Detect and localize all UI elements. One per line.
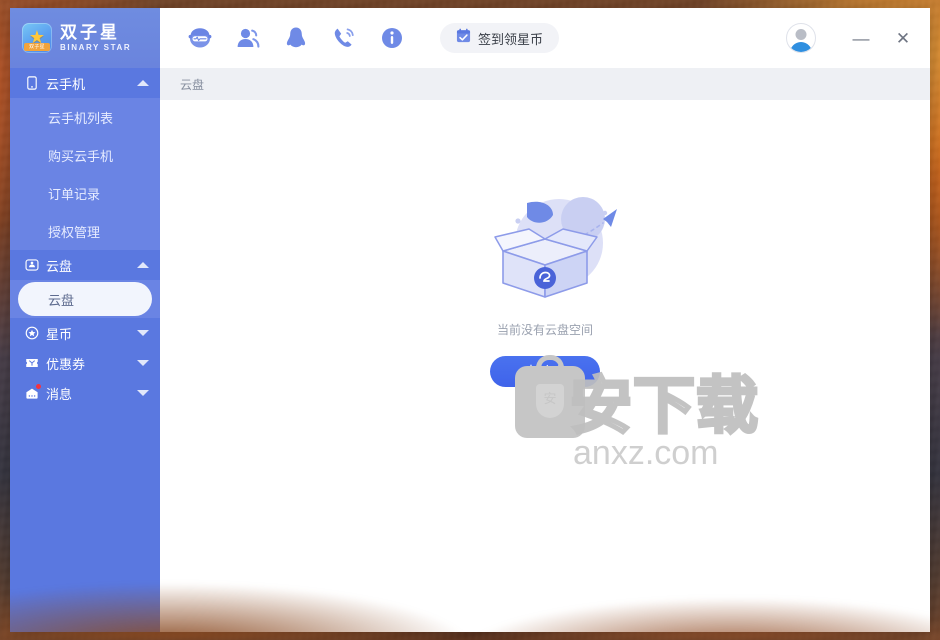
signin-button[interactable]: 签到领星币 [440, 23, 560, 53]
sidebar-group-header-clouddisk[interactable]: 云盘 [10, 250, 160, 280]
window-controls: — ✕ [786, 8, 930, 68]
signin-button-label: 签到领星币 [478, 31, 544, 47]
sidebar-group-header-coins[interactable]: 星币 [10, 318, 160, 348]
window-body: 云手机 云手机列表 购买云手机 订单记录 授权管理 云盘 云盘 星币 优惠券 消… [10, 68, 930, 632]
toolbar: 签到领星币 [160, 8, 786, 68]
coin-icon [24, 326, 39, 341]
app-logo: ★ 双子星 双子星 BINARY STAR [10, 8, 160, 68]
sidebar-group-header-messages[interactable]: 消息 [10, 378, 160, 408]
sidebar-group-cloudphone: 云手机 云手机列表 购买云手机 订单记录 授权管理 [10, 68, 160, 250]
sidebar-group-header-cloudphone[interactable]: 云手机 [10, 68, 160, 98]
sidebar-item-buy-cloudphone[interactable]: 购买云手机 [10, 136, 160, 174]
sidebar-group-label: 星币 [46, 326, 73, 342]
empty-state-message: 当前没有云盘空间 [496, 323, 593, 337]
message-badge-dot [35, 382, 42, 390]
watermark-title: 安下载 [568, 372, 760, 441]
breadcrumb: 云盘 [160, 68, 930, 100]
expand-capacity-button[interactable]: 去扩容 [490, 356, 600, 387]
empty-box-illustration [455, 185, 635, 315]
sidebar-group-label: 消息 [46, 386, 73, 402]
sidebar-group-label: 云盘 [46, 258, 73, 274]
application-window: ★ 双子星 双子星 BINARY STAR 签到领星币 — ✕ 云手机 云手机列… [10, 8, 930, 632]
sidebar-group-label: 云手机 [46, 76, 86, 92]
close-button[interactable]: ✕ [882, 21, 924, 55]
robot-assistant-icon[interactable] [186, 24, 214, 52]
avatar-head [795, 29, 807, 40]
sidebar-item-auth-management[interactable]: 授权管理 [10, 212, 160, 250]
sidebar-group-header-coupons[interactable]: 优惠券 [10, 348, 160, 378]
logo-title-en: BINARY STAR [60, 43, 132, 52]
title-bar: ★ 双子星 双子星 BINARY STAR 签到领星币 — ✕ [10, 8, 930, 68]
chevron-up-icon [137, 80, 149, 86]
watermark-shield: 安 [536, 384, 564, 418]
coupon-icon [24, 356, 39, 371]
chevron-up-icon [137, 262, 149, 268]
info-icon[interactable] [378, 24, 406, 52]
sidebar-children-cloudphone: 云手机列表 购买云手机 订单记录 授权管理 [10, 98, 160, 250]
minimize-icon: — [852, 28, 870, 48]
logo-text: 双子星 BINARY STAR [60, 23, 131, 53]
chevron-down-icon [137, 330, 149, 336]
sidebar-group-messages: 消息 [10, 378, 160, 408]
message-icon [24, 382, 42, 401]
empty-state: 当前没有云盘空间 去扩容 安 安下载 anxz.com [160, 100, 930, 632]
chevron-down-icon [137, 360, 149, 366]
user-avatar[interactable] [786, 23, 816, 53]
sidebar-group-coupons: 优惠券 [10, 348, 160, 378]
sidebar-group-coins: 星币 [10, 318, 160, 348]
logo-title-cn: 双子星 [60, 23, 120, 42]
sidebar-group-label: 优惠券 [46, 356, 86, 372]
phone-support-icon[interactable] [330, 24, 358, 52]
sidebar-children-clouddisk: 云盘 [10, 280, 160, 318]
chevron-down-icon [137, 390, 149, 396]
calendar-check-icon [456, 28, 471, 48]
sidebar-item-cloudphone-list[interactable]: 云手机列表 [10, 98, 160, 136]
desktop-background: ★ 双子星 双子星 BINARY STAR 签到领星币 — ✕ 云手机 云手机列… [0, 0, 940, 640]
cloud-disk-icon [24, 258, 39, 273]
sidebar: 云手机 云手机列表 购买云手机 订单记录 授权管理 云盘 云盘 星币 优惠券 消… [10, 68, 160, 632]
sidebar-item-order-records[interactable]: 订单记录 [10, 174, 160, 212]
minimize-button[interactable]: — [840, 21, 882, 55]
content-area: 云盘 当前没有云盘空间 去扩容 安 安下载 anxz.com [160, 68, 930, 632]
contacts-icon[interactable] [234, 24, 262, 52]
qq-penguin-icon[interactable] [282, 24, 310, 52]
phone-icon [24, 76, 39, 91]
sidebar-item-clouddisk[interactable]: 云盘 [18, 282, 152, 316]
watermark-domain: anxz.com [573, 434, 719, 472]
close-icon: ✕ [895, 28, 911, 48]
avatar-body [790, 42, 812, 52]
breadcrumb-current: 云盘 [180, 77, 205, 92]
logo-ribbon-label: 双子星 [24, 43, 50, 51]
star-logo-icon: ★ 双子星 [22, 23, 52, 53]
sidebar-group-clouddisk: 云盘 云盘 [10, 250, 160, 318]
